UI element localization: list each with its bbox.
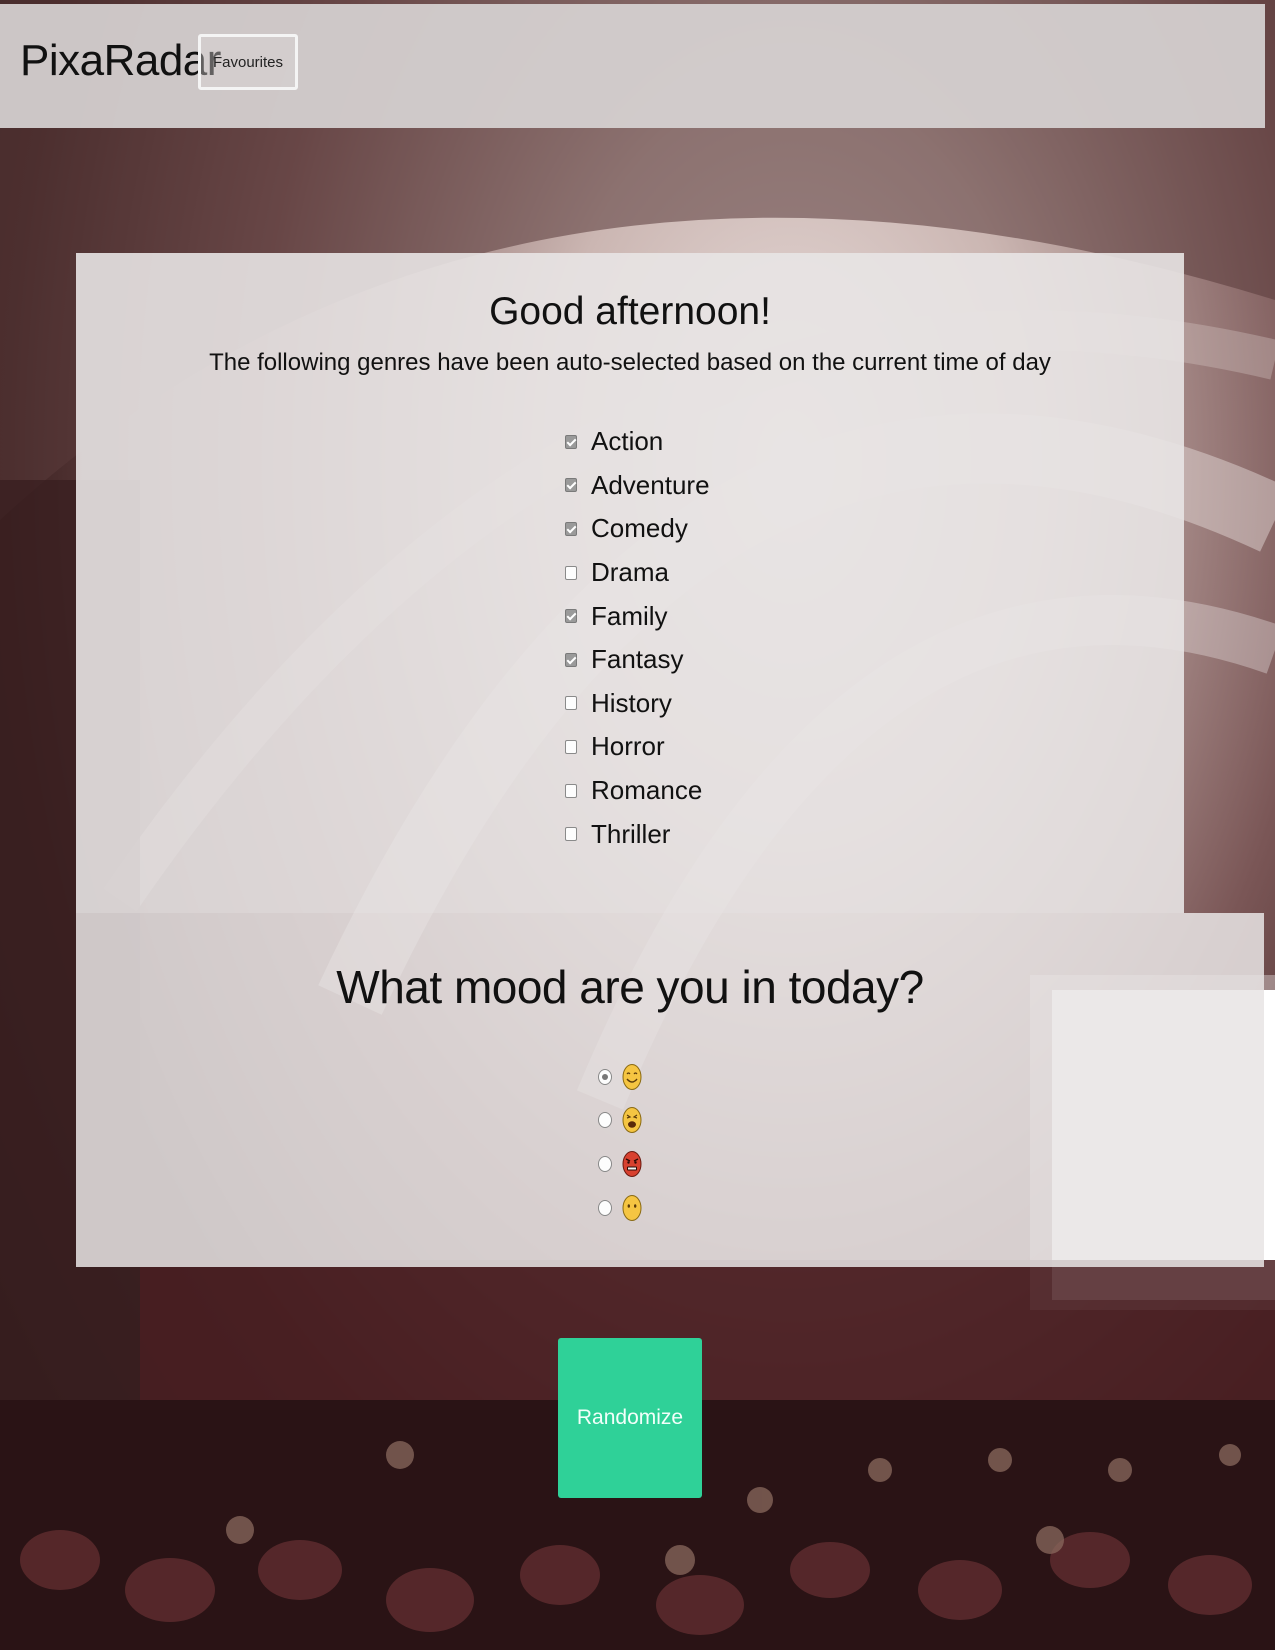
- mood-radio[interactable]: [598, 1155, 612, 1172]
- genre-checkbox[interactable]: [565, 521, 577, 536]
- genre-label: History: [591, 687, 672, 718]
- mood-radio[interactable]: [598, 1112, 612, 1129]
- genre-label: Fantasy: [591, 644, 684, 675]
- genre-checkbox[interactable]: [565, 652, 577, 667]
- genre-label: Horror: [591, 731, 665, 762]
- genre-checkbox[interactable]: [565, 478, 577, 493]
- genre-subtitle: The following genres have been auto-sele…: [209, 349, 1051, 376]
- genre-label: Comedy: [591, 513, 688, 544]
- genre-item-thriller[interactable]: Thriller: [565, 812, 825, 856]
- genre-item-family[interactable]: Family: [565, 594, 825, 638]
- genre-checkbox[interactable]: [565, 739, 577, 754]
- genre-item-fantasy[interactable]: Fantasy: [565, 638, 825, 682]
- genre-label: Action: [591, 426, 664, 457]
- genre-label: Family: [591, 600, 668, 631]
- genre-item-history[interactable]: History: [565, 682, 825, 726]
- mood-question-heading: What mood are you in today?: [336, 961, 924, 1013]
- genre-item-romance[interactable]: Romance: [565, 769, 825, 813]
- favourites-button[interactable]: Favourites: [198, 34, 298, 90]
- genre-checkbox[interactable]: [565, 827, 577, 842]
- genre-label: Thriller: [591, 818, 671, 849]
- genre-item-comedy[interactable]: Comedy: [565, 507, 825, 551]
- randomize-button[interactable]: Randomize: [558, 1338, 702, 1498]
- mood-option-happy[interactable]: [598, 1055, 642, 1099]
- genre-label: Romance: [591, 775, 703, 806]
- genre-item-action[interactable]: Action: [565, 420, 825, 464]
- mood-option-neutral[interactable]: [598, 1186, 642, 1230]
- brand-logo-text[interactable]: PixaRadar: [20, 36, 221, 86]
- genre-checkbox[interactable]: [565, 609, 577, 624]
- mood-radio[interactable]: [598, 1199, 612, 1216]
- mood-option-angry[interactable]: [598, 1142, 642, 1186]
- genre-checkbox-list: Action Adventure Comedy Drama Family Fan…: [565, 420, 825, 856]
- angry-face-icon: [622, 1150, 642, 1177]
- mood-radio-list: [598, 1055, 642, 1229]
- genre-item-drama[interactable]: Drama: [565, 551, 825, 595]
- mood-radio[interactable]: [598, 1068, 612, 1085]
- genre-item-horror[interactable]: Horror: [565, 725, 825, 769]
- genre-checkbox[interactable]: [565, 783, 577, 798]
- mood-option-weary[interactable]: [598, 1099, 642, 1143]
- genre-checkbox[interactable]: [565, 565, 577, 580]
- genre-checkbox[interactable]: [565, 434, 577, 449]
- weary-face-icon: [622, 1107, 642, 1134]
- genre-label: Adventure: [591, 469, 710, 500]
- neutral-face-icon: [622, 1194, 642, 1221]
- genre-label: Drama: [591, 557, 670, 588]
- genre-checkbox[interactable]: [565, 696, 577, 711]
- genre-item-adventure[interactable]: Adventure: [565, 464, 825, 508]
- smiling-face-icon: [622, 1063, 642, 1090]
- top-nav-bar: PixaRadar Favourites: [0, 4, 1265, 128]
- greeting-heading: Good afternoon!: [489, 290, 771, 333]
